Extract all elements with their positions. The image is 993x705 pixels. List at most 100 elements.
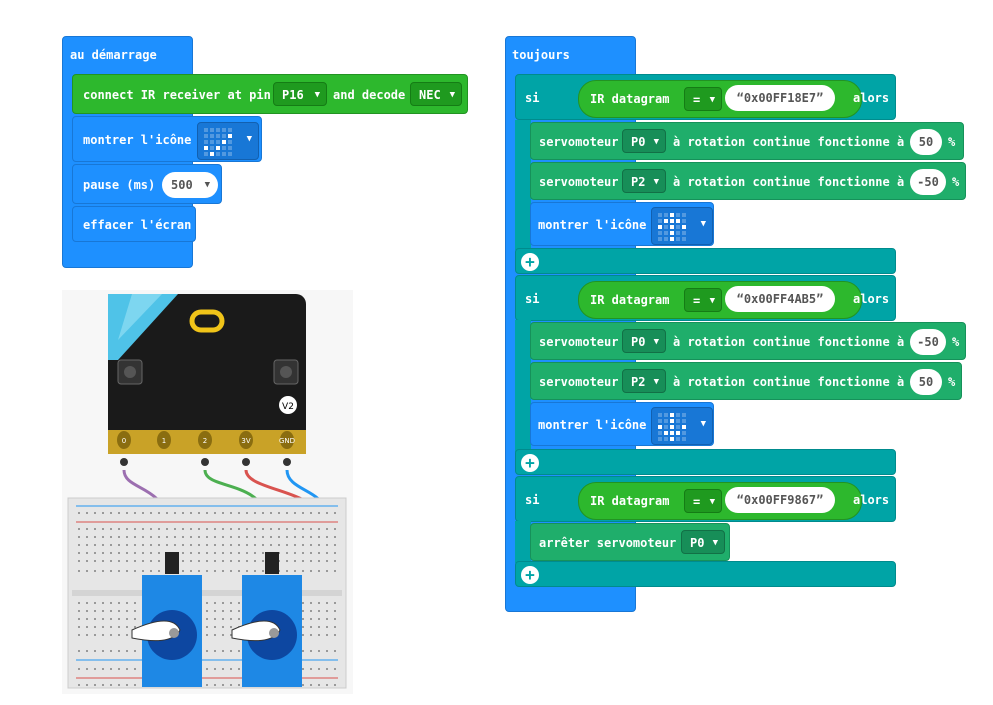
led-pixel — [682, 437, 686, 441]
pause-label: pause (ms) — [83, 178, 156, 192]
equals-dropdown[interactable]: = ▼ — [684, 489, 722, 513]
equals-dropdown[interactable]: = ▼ — [684, 87, 722, 111]
led-pixel — [216, 146, 220, 150]
led-pixel — [204, 152, 208, 156]
pause-block[interactable]: pause (ms) 500 ▼ — [72, 164, 222, 204]
led-pixel — [210, 134, 214, 138]
pause-value-input[interactable]: 500 ▼ — [162, 172, 218, 198]
icon-picker[interactable]: ▼ — [651, 407, 713, 445]
pin-label: GND — [279, 437, 295, 445]
servo-pin-dropdown[interactable]: P0 ▼ — [622, 129, 666, 153]
servo-run-block[interactable]: servomoteur P0 ▼ à rotation continue fonc… — [530, 322, 966, 360]
if-footer-1[interactable]: + — [515, 248, 896, 274]
led-pixel — [670, 425, 674, 429]
ir-datagram-condition[interactable]: IR datagram = ▼ “0x00FF4AB5” — [578, 281, 862, 319]
add-branch-icon[interactable]: + — [521, 253, 539, 271]
led-pixel — [676, 237, 680, 241]
if-label: si — [525, 91, 540, 105]
if-footer-3[interactable]: + — [515, 561, 896, 587]
speed-input[interactable]: -50 — [910, 329, 946, 355]
servo-pin-dropdown[interactable]: P2 ▼ — [622, 169, 666, 193]
led-pixel — [676, 437, 680, 441]
led-pixel — [216, 128, 220, 132]
led-pixel — [670, 219, 674, 223]
led-pixel — [210, 152, 214, 156]
speed-input[interactable]: -50 — [910, 169, 946, 195]
led-pixel — [670, 213, 674, 217]
servo-pin-dropdown[interactable]: P0 ▼ — [622, 329, 666, 353]
servo-run-block[interactable]: servomoteur P2 ▼ à rotation continue fonc… — [530, 362, 962, 400]
led-pixel — [228, 128, 232, 132]
if-block-1[interactable]: si IR datagram = ▼ “0x00FF18E7” alors — [515, 74, 896, 120]
chevron-down-icon: ▼ — [700, 219, 706, 229]
breadboard — [67, 497, 347, 689]
ir-code-input[interactable]: “0x00FF9867” — [725, 487, 835, 513]
add-branch-icon[interactable]: + — [521, 454, 539, 472]
led-pixel — [682, 237, 686, 241]
stop-servo-block[interactable]: arrêter servomoteur P0 ▼ — [530, 523, 730, 561]
led-pixel — [682, 425, 686, 429]
ir-datagram-condition[interactable]: IR datagram = ▼ “0x00FF9867” — [578, 482, 862, 520]
if-body-bar-2 — [515, 320, 531, 452]
led-pixel — [228, 140, 232, 144]
led-pixel — [670, 231, 674, 235]
servo-pin-dropdown[interactable]: P0 ▼ — [681, 530, 725, 554]
show-icon-block[interactable]: montrer l'icône ▼ — [72, 116, 262, 162]
led-pixel — [670, 437, 674, 441]
ir-pin-dropdown[interactable]: P16 ▼ — [273, 82, 327, 106]
pin-label: 3V — [241, 437, 250, 445]
clear-screen-block[interactable]: effacer l'écran — [72, 206, 196, 242]
chevron-down-icon: ▼ — [653, 337, 659, 347]
led-pixel — [664, 425, 668, 429]
equals-dropdown[interactable]: = ▼ — [684, 288, 722, 312]
microbit-board: V2 0 1 2 3V GND — [108, 294, 306, 454]
led-pixel — [216, 134, 220, 138]
show-icon-block[interactable]: montrer l'icône ▼ — [530, 202, 714, 246]
icon-picker[interactable]: ▼ — [197, 122, 259, 160]
add-branch-icon[interactable]: + — [521, 566, 539, 584]
servo-run-block[interactable]: servomoteur P2 ▼ à rotation continue fonc… — [530, 162, 966, 200]
ir-code-input[interactable]: “0x00FF18E7” — [725, 85, 835, 111]
icon-picker[interactable]: ▼ — [651, 207, 713, 245]
wiring-diagram: V2 0 1 2 3V GND — [62, 290, 353, 694]
if-block-2[interactable]: si IR datagram = ▼ “0x00FF4AB5” alors — [515, 275, 896, 321]
speed-input[interactable]: 50 — [910, 129, 942, 155]
led-pixel — [682, 219, 686, 223]
if-block-3[interactable]: si IR datagram = ▼ “0x00FF9867” alors — [515, 476, 896, 522]
led-pixel — [664, 413, 668, 417]
led-pixel — [658, 225, 662, 229]
led-pixel — [682, 225, 686, 229]
servo-run-block[interactable]: servomoteur P0 ▼ à rotation continue fonc… — [530, 122, 964, 160]
led-pixel — [664, 237, 668, 241]
ir-datagram-condition[interactable]: IR datagram = ▼ “0x00FF18E7” — [578, 80, 862, 118]
show-icon-block[interactable]: montrer l'icône ▼ — [530, 402, 714, 446]
led-pixel — [664, 431, 668, 435]
led-pixel — [658, 419, 662, 423]
led-pixel — [204, 134, 208, 138]
led-pixel — [676, 419, 680, 423]
led-pixel — [658, 431, 662, 435]
ir-protocol-dropdown[interactable]: NEC ▼ — [410, 82, 462, 106]
ir-decode-label: and decode — [333, 88, 406, 102]
ir-datagram-label: IR datagram — [590, 92, 670, 106]
forever-title: toujours — [512, 48, 570, 62]
chevron-down-icon: ▼ — [314, 90, 320, 100]
if-footer-2[interactable]: + — [515, 449, 896, 475]
led-pixel — [658, 213, 662, 217]
pin-label: 0 — [122, 437, 126, 445]
led-pixel — [676, 425, 680, 429]
servo-pin-dropdown[interactable]: P2 ▼ — [622, 369, 666, 393]
led-pixel — [658, 231, 662, 235]
chevron-down-icon: ▼ — [449, 90, 455, 100]
then-label: alors — [853, 91, 890, 105]
led-pixel — [658, 237, 662, 241]
led-pixel — [204, 146, 208, 150]
ir-code-input[interactable]: “0x00FF4AB5” — [725, 286, 835, 312]
ir-connect-block[interactable]: connect IR receiver at pin P16 ▼ and deco… — [72, 74, 468, 114]
led-pixel — [664, 213, 668, 217]
speed-input[interactable]: 50 — [910, 369, 942, 395]
led-pixel — [222, 134, 226, 138]
led-pixel — [658, 437, 662, 441]
chevron-down-icon: ▼ — [204, 180, 210, 190]
if-body-bar-1 — [515, 120, 531, 250]
